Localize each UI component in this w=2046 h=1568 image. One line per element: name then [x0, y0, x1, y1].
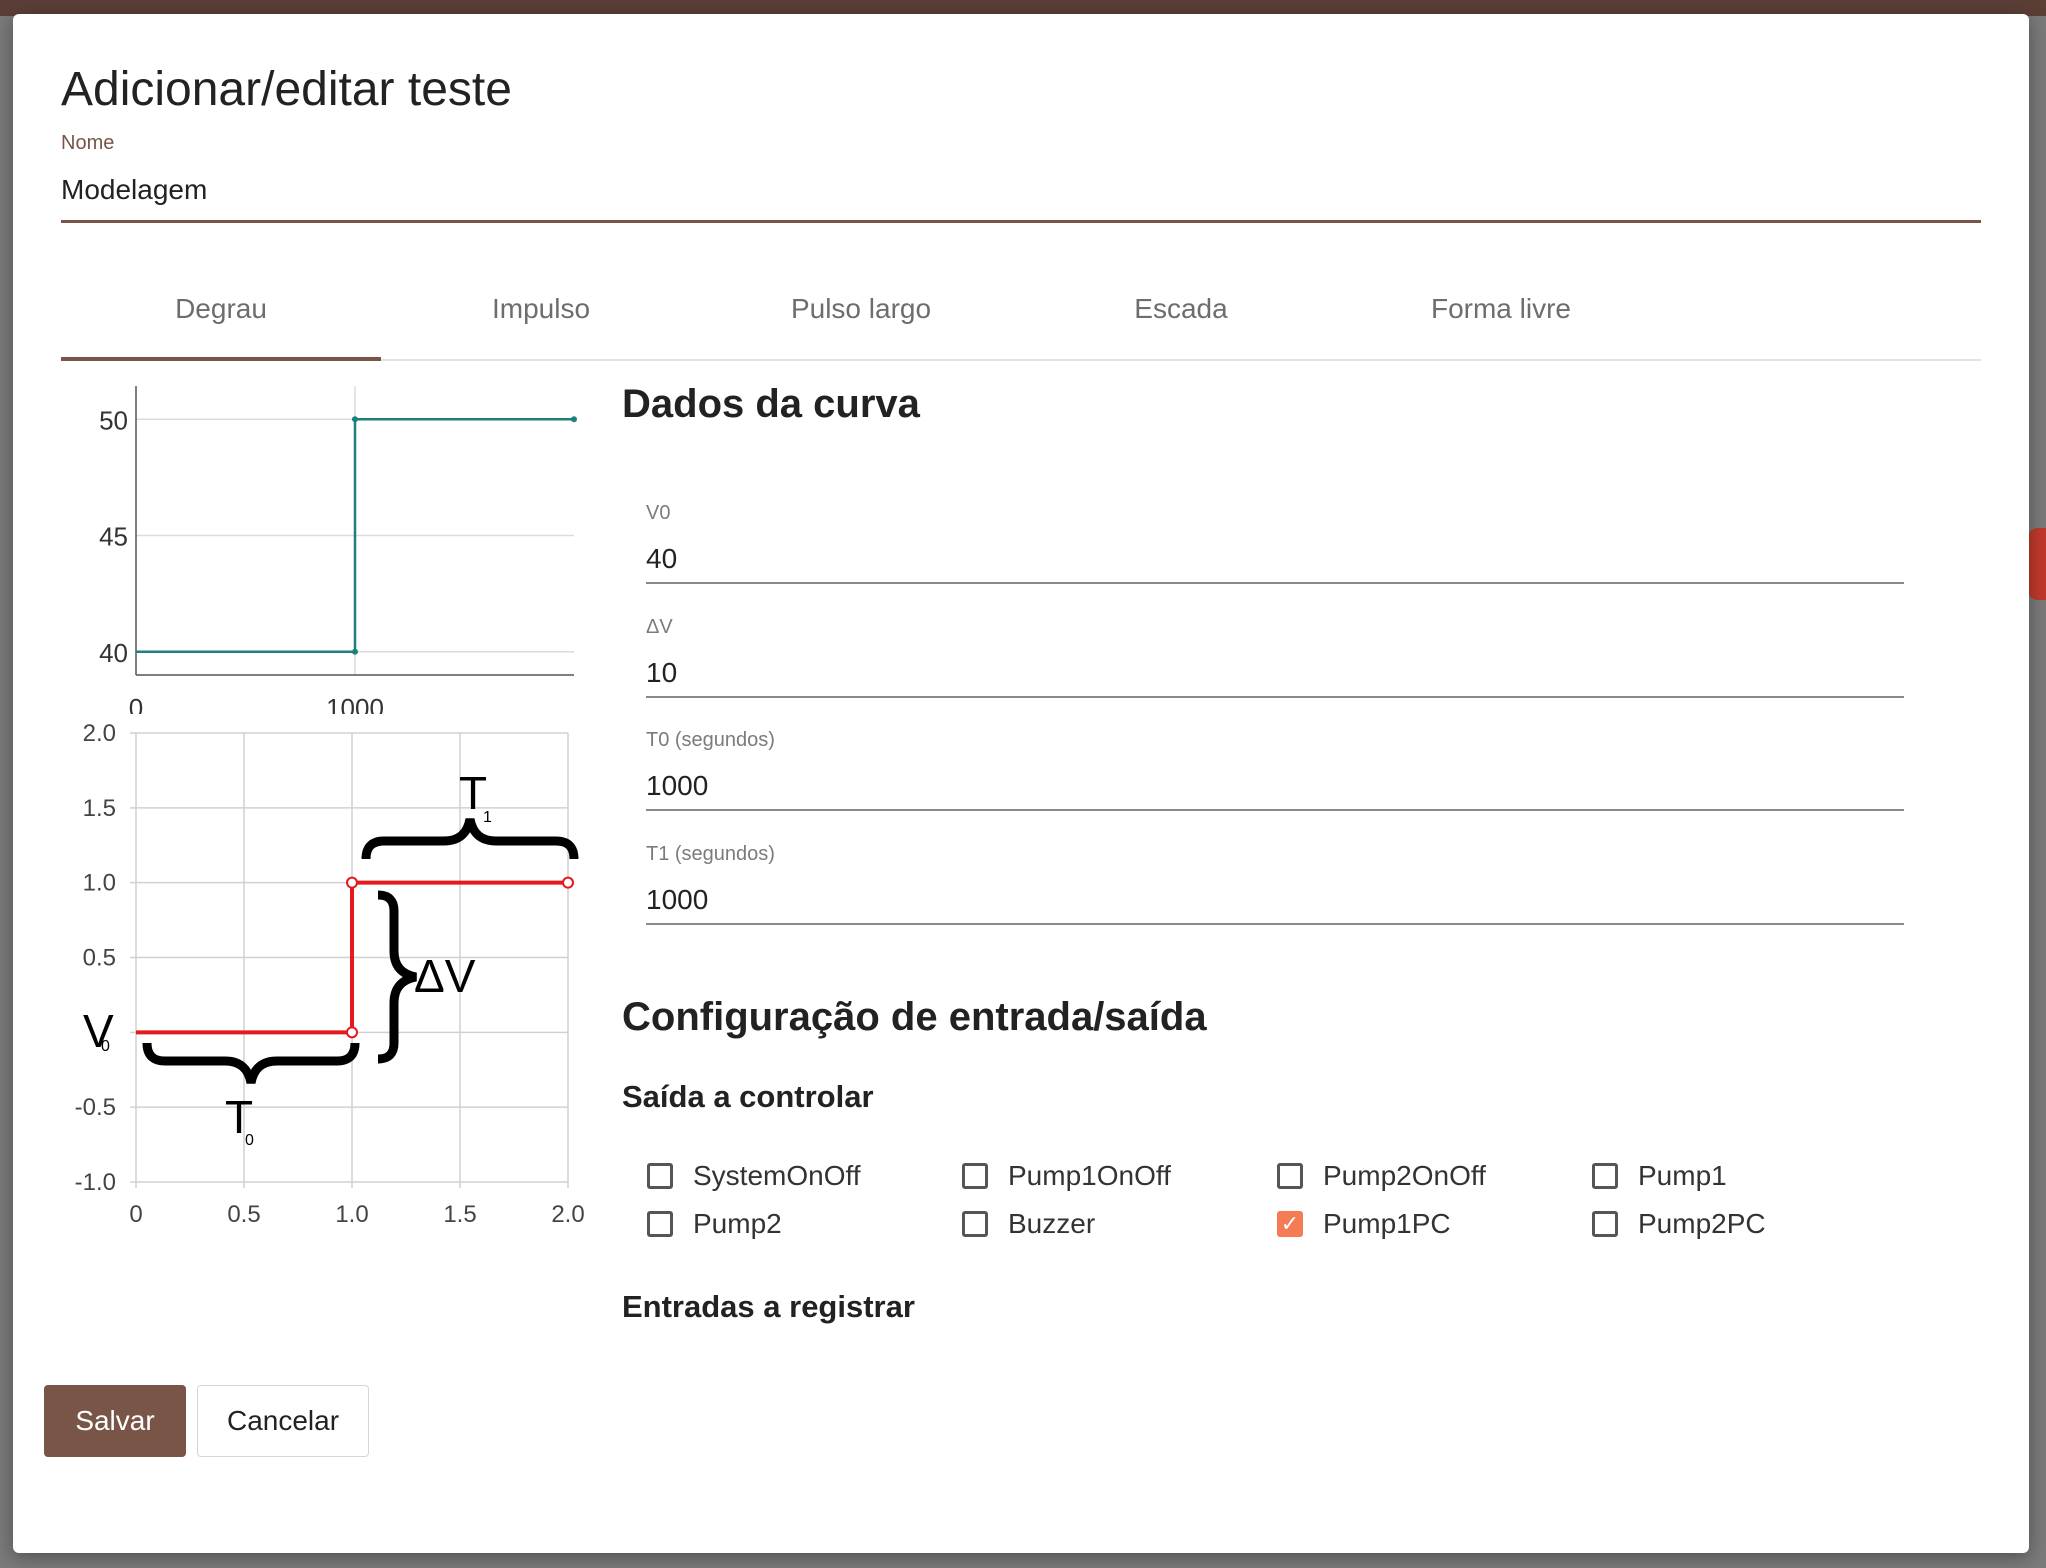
name-input[interactable]	[61, 160, 1981, 223]
tab-degrau[interactable]: Degrau	[61, 269, 381, 361]
checkmark-icon: ✓	[1277, 1211, 1303, 1237]
checkbox-box	[1592, 1163, 1618, 1189]
diagram-chart-ticks: 2.0 1.5 1.0 0.5 -0.5 -1.0 0 0.5 1.0 1.5 2.0	[75, 720, 585, 1228]
y-tick-label: -1.0	[75, 1169, 116, 1196]
checkbox-label: Pump2	[693, 1208, 782, 1239]
name-label: Nome	[61, 132, 115, 154]
x-tick-label: 0.5	[227, 1201, 260, 1228]
v0-input[interactable]	[646, 536, 1904, 584]
checkbox-buzzer[interactable]: Buzzer	[962, 1208, 1095, 1240]
preview-chart-ticks: 4045500 1000	[99, 405, 384, 714]
diagram-chart-grid	[130, 732, 569, 1188]
t1-subscript: 1	[483, 809, 492, 826]
delta-v-field-label: ΔV	[646, 616, 673, 638]
checkbox-pump2[interactable]: Pump2	[647, 1208, 782, 1240]
y-tick-label: -0.5	[75, 1094, 116, 1121]
checkbox-box	[1277, 1163, 1303, 1189]
y-tick-label: 40	[99, 638, 128, 668]
checkbox-pump1pc[interactable]: ✓ Pump1PC	[1277, 1208, 1451, 1240]
checkbox-label: Pump1PC	[1323, 1208, 1451, 1239]
x-tick-label: 0	[129, 1201, 142, 1228]
step-diagram-chart: 2.01.51.00.5-0.5-1.00 0.5 1.0 1.5 2.0 T 1 ΔV…	[75, 720, 585, 1228]
t1-brace	[361, 817, 579, 860]
t0-subscript: 0	[245, 1132, 254, 1149]
tab-forma-livre[interactable]: Forma livre	[1341, 269, 1661, 359]
checkbox-systemonoff[interactable]: SystemOnOff	[647, 1160, 861, 1192]
checkbox-box	[647, 1163, 673, 1189]
t1-field-label: T1 (segundos)	[646, 843, 775, 865]
edit-test-dialog: Adicionar/editar teste Nome Degrau Impul…	[13, 14, 2029, 1553]
t1-input[interactable]	[646, 877, 1904, 925]
checkbox-box	[1592, 1211, 1618, 1237]
outputs-heading: Saída a controlar	[622, 1079, 874, 1114]
y-tick-label: 1.0	[83, 870, 116, 897]
inputs-heading: Entradas a registrar	[622, 1289, 915, 1324]
data-point	[352, 416, 358, 423]
y-tick-label: 0.5	[83, 945, 116, 972]
cancel-button[interactable]: Cancelar	[197, 1385, 369, 1457]
y-tick-label: 45	[99, 522, 128, 552]
checkbox-box	[962, 1163, 988, 1189]
data-point	[571, 416, 577, 423]
x-tick-label: 1.0	[335, 1201, 368, 1228]
y-tick-label: 50	[99, 405, 128, 435]
checkbox-label: Pump2OnOff	[1323, 1160, 1486, 1191]
x-tick-label: 2.0	[551, 1201, 584, 1228]
checkbox-label: Pump1	[1638, 1160, 1727, 1191]
y-tick-label: 1.5	[83, 795, 116, 822]
data-point	[346, 876, 358, 889]
checkbox-label: Buzzer	[1008, 1208, 1096, 1239]
dv-label: ΔV	[414, 950, 476, 1002]
tab-escada[interactable]: Escada	[1021, 269, 1341, 359]
checkbox-label: Pump1OnOff	[1008, 1160, 1171, 1191]
tab-pulso-largo[interactable]: Pulso largo	[701, 269, 1021, 359]
checkbox-pump2pc[interactable]: Pump2PC	[1592, 1208, 1766, 1240]
v0-subscript: 0	[101, 1038, 110, 1055]
dialog-title: Adicionar/editar teste	[61, 63, 512, 116]
save-button[interactable]: Salvar	[44, 1385, 186, 1457]
dv-brace	[377, 890, 418, 1064]
data-point	[352, 648, 358, 655]
data-point	[346, 1026, 358, 1039]
data-point	[562, 876, 574, 889]
checkbox-pump1[interactable]: Pump1	[1592, 1160, 1727, 1192]
curve-data-heading: Dados da curva	[622, 382, 920, 426]
tab-impulso[interactable]: Impulso	[381, 269, 701, 359]
t0-brace	[142, 1042, 360, 1085]
y-tick-label: 2.0	[83, 720, 116, 747]
io-config-heading: Configuração de entrada/saída	[622, 995, 1207, 1039]
checkbox-pump2onoff[interactable]: Pump2OnOff	[1277, 1160, 1486, 1192]
preview-chart: 4045500 1000	[99, 386, 577, 714]
checkbox-label: SystemOnOff	[693, 1160, 861, 1191]
x-tick-label: 1.5	[443, 1201, 476, 1228]
checkbox-pump1onoff[interactable]: Pump1OnOff	[962, 1160, 1171, 1192]
v0-field-label: V0	[646, 502, 671, 524]
curve-type-tabs: Degrau Impulso Pulso largo Escada Forma …	[61, 269, 1981, 361]
checkbox-box	[962, 1211, 988, 1237]
delta-v-input[interactable]	[646, 650, 1904, 698]
backdrop-side-button	[2028, 528, 2046, 600]
checkbox-label: Pump2PC	[1638, 1208, 1766, 1239]
t0-field-label: T0 (segundos)	[646, 729, 775, 751]
checkbox-box	[647, 1211, 673, 1237]
t0-input[interactable]	[646, 763, 1904, 811]
